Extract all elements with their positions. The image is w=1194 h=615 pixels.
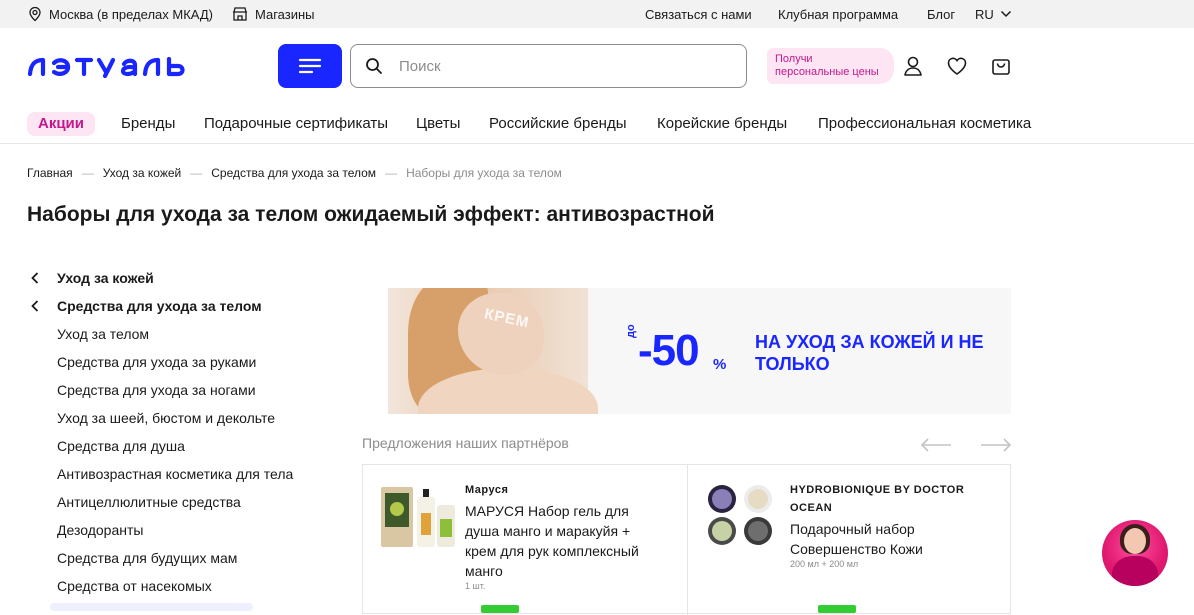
shopping-bag-icon <box>992 59 1010 75</box>
partners-title: Предложения наших партнёров <box>362 435 569 451</box>
sidebar-item[interactable]: Дезодоранты <box>27 516 143 544</box>
arrow-right-icon <box>981 438 1012 452</box>
favorites-button[interactable] <box>946 55 968 77</box>
nav-item-flowers[interactable]: Цветы <box>416 112 460 136</box>
breadcrumb-separator: — <box>385 166 398 180</box>
nav-item-gift-certificates[interactable]: Подарочные сертификаты <box>204 112 388 136</box>
cart-button[interactable] <box>990 55 1012 77</box>
club-program-link[interactable]: Клубная программа <box>778 0 898 28</box>
partner-brand: Маруся <box>465 484 509 496</box>
breadcrumb-current: Наборы для ухода за телом <box>406 166 562 180</box>
chevron-left-icon <box>31 272 39 284</box>
breadcrumb-separator: — <box>81 166 94 180</box>
promo-banner[interactable]: КРЕМ до -50 % НА УХОД ЗА КОЖЕЙ И НЕ ТОЛЬ… <box>388 288 1011 414</box>
catalog-menu-button[interactable] <box>278 44 342 88</box>
nav-item-russian-brands[interactable]: Российские бренды <box>489 112 627 136</box>
banner-discount-prefix: до <box>625 324 637 338</box>
partner-cards: Маруся МАРУСЯ Набор гель для душа манго … <box>362 464 1011 615</box>
sidebar-parent-skin-care[interactable]: Уход за кожей <box>27 264 154 292</box>
breadcrumb: Главная — Уход за кожей — Средства для у… <box>27 166 562 180</box>
sidebar-item[interactable]: Средства от насекомых <box>27 572 212 600</box>
search-icon <box>366 58 382 74</box>
heart-icon <box>947 57 967 75</box>
banner-slogan: НА УХОД ЗА КОЖЕЙ И НЕ ТОЛЬКО <box>755 332 984 374</box>
contact-label: Связаться с нами <box>645 6 752 22</box>
banner-discount-percent: % <box>713 356 727 373</box>
partner-product-name: МАРУСЯ Набор гель для душа манго и марак… <box>465 503 639 579</box>
breadcrumb-home[interactable]: Главная <box>27 166 73 180</box>
location-selector[interactable]: Москва (в пределах МКАД) <box>27 0 213 28</box>
partner-badge-strip <box>481 605 519 613</box>
sidebar-parent-label: Уход за кожей <box>57 270 154 286</box>
chevron-down-icon <box>1000 10 1011 18</box>
breadcrumb-skin-care[interactable]: Уход за кожей <box>103 166 182 180</box>
sidebar-parent-body-care[interactable]: Средства для ухода за телом <box>27 292 262 320</box>
partner-badge-strip <box>818 605 856 613</box>
arrow-left-icon <box>920 438 951 452</box>
partner-brand: HYDROBIONIQUE BY DOCTOR OCEAN <box>790 484 965 514</box>
breadcrumb-body-care[interactable]: Средства для ухода за телом <box>211 166 376 180</box>
avatar-head <box>1124 528 1146 554</box>
breadcrumb-separator: — <box>190 166 203 180</box>
nav-item-korean-brands[interactable]: Корейские бренды <box>657 112 787 136</box>
stores-link[interactable]: Магазины <box>231 0 315 28</box>
language-selector[interactable]: RU <box>975 0 1012 28</box>
location-pin-icon <box>29 6 41 22</box>
language-label: RU <box>975 6 994 22</box>
letual-logo-icon <box>27 56 185 79</box>
sidebar-item[interactable]: Средства для ухода за руками <box>27 348 256 376</box>
sidebar-parent-label: Средства для ухода за телом <box>57 298 262 314</box>
partner-card[interactable]: Маруся МАРУСЯ Набор гель для душа манго … <box>363 465 687 615</box>
carousel-next-button[interactable] <box>980 437 1012 453</box>
nav-item-brands[interactable]: Бренды <box>121 112 175 136</box>
store-icon <box>233 7 247 21</box>
user-icon <box>904 56 922 76</box>
stores-label: Магазины <box>255 6 315 22</box>
blog-link[interactable]: Блог <box>927 0 955 28</box>
sidebar-next-item-highlight <box>50 603 253 611</box>
menu-icon <box>298 58 322 74</box>
nav-item-professional-cosmetics[interactable]: Профессиональная косметика <box>818 112 1031 136</box>
partner-product-quantity: 1 шт. <box>465 581 486 591</box>
nav-item-sale[interactable]: Акции <box>27 112 96 136</box>
sidebar-item[interactable]: Средства для ухода за ногами <box>27 376 256 404</box>
club-label: Клубная программа <box>778 6 899 22</box>
carousel-prev-button[interactable] <box>920 437 952 453</box>
top-bar: Москва (в пределах МКАД) Магазины Связат… <box>0 0 1194 28</box>
personal-prices-badge[interactable]: Получи персональные цены <box>767 48 894 84</box>
location-label: Москва (в пределах МКАД) <box>49 6 214 22</box>
page-title: Наборы для ухода за телом ожидаемый эффе… <box>27 203 715 226</box>
product-image <box>708 485 772 545</box>
search-input[interactable] <box>399 57 719 75</box>
partner-product-volume: 200 мл + 200 мл <box>790 559 859 569</box>
chevron-left-icon <box>31 300 39 312</box>
chat-assistant-avatar[interactable] <box>1102 520 1168 586</box>
partner-card[interactable]: HYDROBIONIQUE BY DOCTOR OCEAN Подарочный… <box>687 465 1011 615</box>
product-image <box>381 487 455 547</box>
banner-discount: -50 <box>638 326 700 375</box>
sidebar-item[interactable]: Антицеллюлитные средства <box>27 488 241 516</box>
profile-button[interactable] <box>902 55 924 77</box>
partner-product-name: Подарочный набор Совершенство Кожи <box>790 521 923 557</box>
avatar-body <box>1112 556 1158 586</box>
logo[interactable] <box>27 54 199 83</box>
contact-link[interactable]: Связаться с нами <box>645 0 752 28</box>
sidebar-item[interactable]: Средства для будущих мам <box>27 544 237 572</box>
sidebar-item[interactable]: Средства для душа <box>27 432 185 460</box>
category-nav: Акции Бренды Подарочные сертификаты Цвет… <box>0 106 1194 144</box>
banner-photo: КРЕМ <box>388 288 598 414</box>
sidebar-item[interactable]: Уход за телом <box>27 320 149 348</box>
header: Получи персональные цены <box>0 28 1194 106</box>
search-box[interactable] <box>350 44 747 88</box>
sidebar-item[interactable]: Антивозрастная косметика для тела <box>27 460 293 488</box>
blog-label: Блог <box>927 6 956 22</box>
sidebar-item[interactable]: Уход за шеей, бюстом и декольте <box>27 404 275 432</box>
